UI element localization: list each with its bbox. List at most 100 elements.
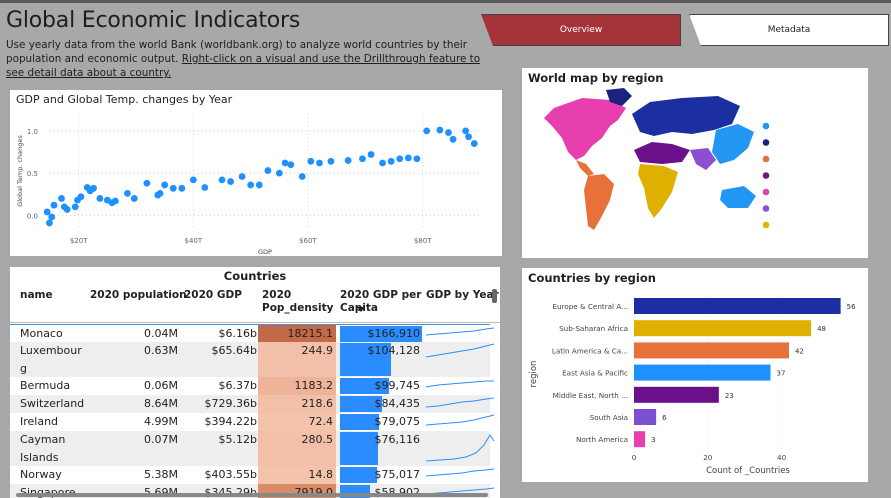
scatter-point: [90, 184, 97, 192]
region-bar-chart[interactable]: 0 20 40 Europe & Central A... 56 Sub-Saharan …: [522, 268, 868, 482]
col-header-name[interactable]: name: [20, 289, 53, 302]
cell-name-line2: g: [20, 361, 27, 375]
cell-pop-density: 72.4: [258, 413, 336, 431]
scatter-plot[interactable]: 0.0 0.5 1.0 $20T $40T $60T $80T GDP Global Temp.…: [10, 90, 502, 256]
world-map[interactable]: [522, 68, 868, 258]
scatter-point: [218, 176, 226, 184]
table-row[interactable]: Bermuda 0.06M $6.37bn 1183.2 $99,745: [10, 377, 494, 395]
bar-category-label: South Asia: [590, 413, 628, 422]
scatter-point: [264, 167, 272, 174]
scatter-x-tick: $60T: [299, 237, 317, 245]
bar-x-tick: 40: [777, 453, 787, 462]
table-row[interactable]: Monaco 0.04M $6.16bn 18215.1 $166,910: [10, 324, 495, 343]
gdp-by-year-sparkline: [426, 327, 495, 336]
table-row[interactable]: Switzerland 8.64M $729.36bn 218.6 $84,435: [10, 395, 495, 413]
scatter-point: [63, 206, 71, 213]
cell-pop-density: 18215.1: [258, 325, 336, 343]
bar-value-label: 6: [662, 414, 667, 422]
map-region-south-asia: [690, 148, 716, 170]
map-legend-dot: [762, 188, 770, 196]
cell-population: 0.06M: [144, 379, 178, 392]
scatter-point: [48, 213, 56, 221]
map-legend-dot: [762, 205, 770, 212]
bar-category-label: Europe & Central A...: [552, 302, 628, 311]
col-header-population[interactable]: 2020 population: [90, 289, 187, 302]
world-map-visual[interactable]: World map by region: [522, 68, 868, 258]
scatter-x-axis-label: GDP: [258, 248, 272, 256]
map-legend-dot: [762, 122, 770, 130]
map-region-subsaharan-africa: [638, 164, 678, 218]
overview-nav-button[interactable]: Overview: [481, 14, 681, 46]
map-region-south-america: [584, 174, 614, 230]
cell-name-line1: Bermuda: [20, 379, 71, 392]
bar-5: [634, 409, 657, 425]
cell-population: 0.63M: [144, 344, 178, 357]
sparkline-path: [426, 343, 495, 358]
scatter-y-tick: 0.5: [27, 170, 38, 178]
table-title: Countries: [223, 269, 287, 283]
table-row[interactable]: Cayman Islands 0.07M $5.12bn 280.5 $76,116: [10, 431, 495, 466]
horizontal-scrollbar[interactable]: [16, 493, 488, 497]
col-header-gdp-per-capita[interactable]: 2020 GDP per Capita: [340, 289, 421, 315]
cell-gdp-per-capita: $75,017: [374, 468, 421, 481]
scatter-point: [367, 151, 375, 158]
bar-category-label: Middle East, North ...: [553, 391, 628, 400]
countries-by-region-visual[interactable]: Countries by region 0 20 40 Europe & Centra…: [522, 268, 868, 482]
cell-name: Ireland: [20, 413, 94, 431]
countries-table-visual[interactable]: Countries name 2020 population 2020 GDP …: [10, 267, 500, 498]
scatter-point: [111, 197, 119, 205]
metadata-label: Metadata: [767, 25, 811, 35]
table-row[interactable]: Norway 5.38M $403.55bn 14.8 $75,017: [10, 466, 495, 484]
scatter-point: [169, 184, 177, 192]
table-body: Monaco 0.04M $6.16bn 18215.1 $166,910 Luxembo…: [10, 324, 500, 498]
cell-gdp: $6.16bn: [218, 327, 264, 340]
scatter-point: [156, 189, 164, 197]
bar-category-label: East Asia & Pacific: [562, 369, 628, 378]
bar-0: [634, 298, 841, 314]
cell-name-line1: Norway: [20, 468, 62, 481]
cell-name: Luxembour g: [20, 342, 94, 377]
top-border: [0, 0, 891, 3]
col-header-pop-density[interactable]: 2020 Pop_density: [262, 289, 334, 315]
scatter-point: [327, 157, 335, 165]
bar-6: [634, 431, 646, 448]
bar-x-axis-label: Count of _Countries: [706, 466, 790, 476]
cell-name: Norway: [20, 466, 94, 484]
scatter-point: [298, 173, 306, 180]
scatter-point: [307, 157, 315, 165]
scatter-point: [201, 184, 209, 191]
scatter-x-tick: $40T: [185, 237, 203, 245]
table-row[interactable]: Ireland 4.99M $394.22bn 72.4 $79,075: [10, 413, 495, 431]
gdp-temp-scatter-visual[interactable]: GDP and Global Temp. changes by Year 0.0…: [10, 90, 502, 256]
bar-category-label: Sub-Saharan Africa: [559, 324, 628, 333]
bar-y-axis-label: region: [529, 361, 539, 388]
bar-value-label: 48: [817, 325, 826, 333]
scatter-point: [387, 157, 395, 165]
gdp-by-year-sparkline: [426, 434, 495, 462]
gdp-by-year-sparkline: [426, 380, 494, 388]
bar-value-label: 3: [651, 436, 655, 444]
col-header-gdp-per-capita-line1: 2020 GDP per: [340, 289, 422, 301]
col-header-pop-density-line2: Pop_density: [262, 302, 334, 314]
sparkline-path: [426, 397, 495, 408]
col-header-gdp[interactable]: 2020 GDP: [184, 289, 242, 302]
page-title: Global Economic Indicators: [6, 8, 301, 33]
scatter-point: [449, 135, 457, 143]
gdp-by-year-sparkline: [426, 343, 495, 358]
scatter-point: [316, 159, 323, 167]
cell-name-line1: Cayman: [20, 433, 66, 446]
scatter-y-axis-label: Global Temp. changes: [16, 135, 24, 207]
cell-population: 4.99M: [144, 415, 178, 428]
table-row[interactable]: Luxembour g 0.63M $65.64bn 244.9 $104,128: [10, 342, 495, 377]
cell-name-line2: Islands: [20, 450, 59, 464]
scatter-x-tick: $20T: [70, 237, 88, 245]
scatter-point: [77, 193, 85, 201]
map-legend-dot: [762, 139, 770, 146]
metadata-nav-button[interactable]: Metadata: [689, 14, 889, 46]
sparkline-path: [426, 327, 495, 336]
vertical-scrollbar[interactable]: [492, 289, 497, 303]
gdp-by-year-sparkline: [426, 468, 495, 477]
map-legend-dot: [762, 172, 770, 179]
col-header-gdp-by-year[interactable]: GDP by Year: [426, 289, 499, 302]
cell-gdp-per-capita: $79,075: [374, 415, 421, 428]
